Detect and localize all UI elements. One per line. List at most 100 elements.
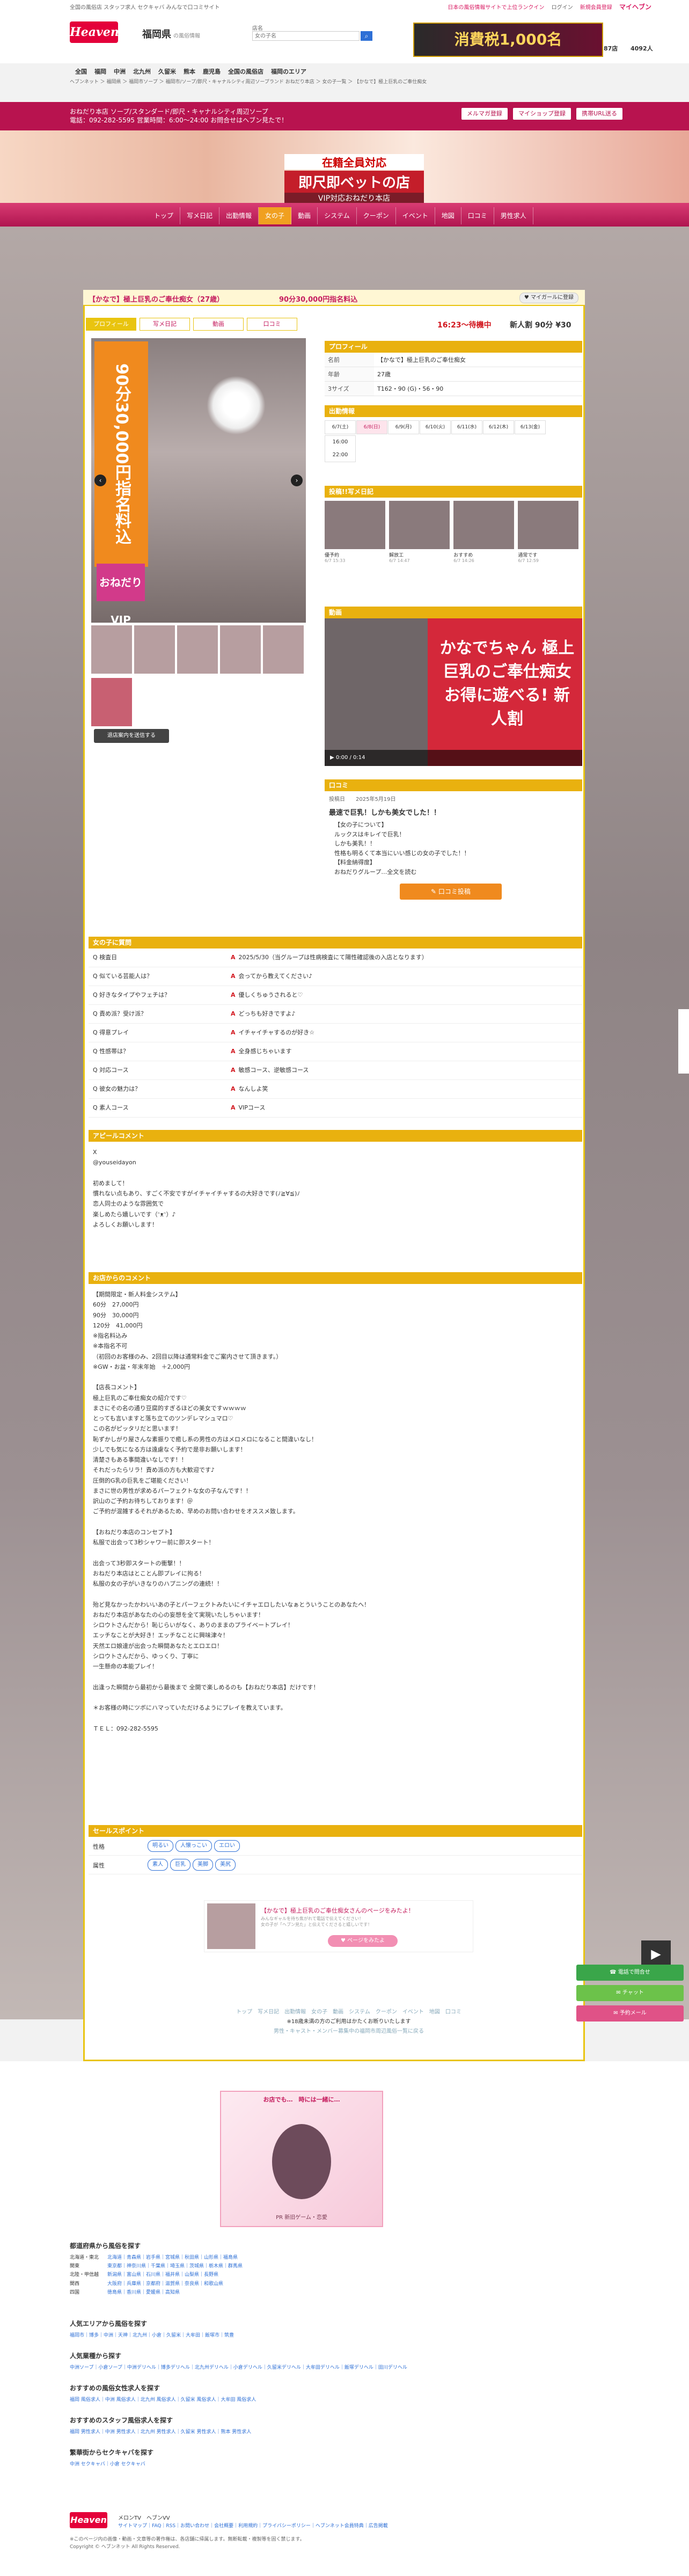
link-heading: 都道府県から風俗を探す [70,2242,141,2250]
site-logo[interactable]: Heaven [70,21,119,43]
diary-item[interactable]: 優予約 6/7 15:33 [325,501,385,563]
phone-label: 電話で問合せ [618,1969,650,1975]
area-link[interactable]: 北九州 [133,68,151,75]
login-link[interactable]: ログイン [552,5,573,11]
promo-banner[interactable]: 消費税1,000名 [413,23,603,57]
area-link[interactable]: 全国 [75,68,87,75]
link-row[interactable]: 関西 大阪府｜兵庫県｜京都府｜滋賀県｜奈良県｜和歌山県 [70,2280,622,2288]
shop-name[interactable]: おねだり本店 ソープ/スタンダード/即尺・キャナルシティ周辺ソープ [70,107,268,116]
sales-tag[interactable]: 素人 [148,1859,168,1871]
link-row[interactable]: 中洲 セクキャバ｜小倉 セクキャバ [70,2460,622,2469]
search-input[interactable] [252,31,360,41]
tab-profile[interactable]: プロフィール [86,318,136,331]
review-title[interactable]: 最速で巨乳！しかも美女でした！！ [325,806,582,818]
thumb[interactable] [263,625,304,674]
nav-item[interactable]: 写メ日記 [180,207,220,224]
schedule-header: 出勤情報 [325,405,582,417]
footer-links[interactable]: サイトマップ｜FAQ｜RSS｜お問い合わせ｜会社概要｜利用規約｜プライバシーポリ… [118,2522,388,2529]
nav-item[interactable]: システム [318,207,357,224]
mail-button[interactable]: ✉ 予約メール [576,2005,684,2022]
video-section: 動画 かなでちゃん 極上巨乳のご奉仕痴女 お得に遊べる! 新人割 ▶ 0:00 … [325,607,582,766]
area-link[interactable]: 鹿児島 [203,68,221,75]
link-row[interactable]: 四国 徳島県｜香川県｜愛媛県｜高知県 [70,2288,622,2297]
area-link[interactable]: 熊本 [184,68,195,75]
link-row[interactable]: 中洲ソープ｜小倉ソープ｜中洲デリヘル｜博多デリヘル｜北九州デリヘル｜小倉デリヘル… [70,2363,622,2372]
top-links[interactable]: 全国の風俗店 スタッフ求人 セクキャバ みんなで口コミサイト [70,3,220,11]
search-icon[interactable]: ⌕ [361,31,372,41]
register-link[interactable]: 新規会員登録 [580,5,612,11]
thumb[interactable] [91,625,132,674]
breadcrumb[interactable]: ヘブンネット ＞ 福岡県 ＞ 福岡市ソープ ＞ 福岡市/ソープ/即尺・キャナルシ… [70,78,622,85]
post-review-button[interactable]: ✎ 口コミ投稿 [400,883,502,900]
request-button[interactable]: 退店案内を送信する [94,729,169,743]
nav-item[interactable]: クーポン [357,207,396,224]
link-row[interactable]: 関東 東京都｜神奈川県｜千葉県｜埼玉県｜茨城県｜栃木県｜群馬県 [70,2262,622,2271]
nav-item[interactable]: トップ [148,207,181,224]
area-link[interactable]: 福岡 [94,68,106,75]
side-tab[interactable] [678,1009,689,1074]
chat-button[interactable]: ✉ チャット [576,1985,684,2001]
footer-services[interactable]: メロンTV ヘブンVV [118,2513,170,2521]
sales-tag[interactable]: 明るい [148,1840,173,1852]
diary-image [389,501,450,549]
footer-logo[interactable]: Heaven [70,2512,107,2528]
nav-item[interactable]: イベント [396,207,435,224]
diary-header: 投稿!!写メ日記 [325,486,582,498]
area-link[interactable]: 福岡のエリア [271,68,306,75]
hero-promo: 在籍全員対応 即尺即ベットの店 VIP対応おねだり本店 [284,154,424,203]
girl-photo[interactable]: 90分30,000円指名料込 おねだりVIP ‹ › [91,338,306,626]
price-badge: 90分30,000円指名料込 [94,341,148,567]
nav-item[interactable]: 地図 [435,207,461,224]
footer-copyright: ※このページ内の画像・動画・文章等の著作権は、各店舗に帰属します。無断転載・複製… [70,2537,305,2550]
diary-item[interactable]: 通常です 6/7 12:59 [518,501,579,563]
thumb[interactable] [220,625,261,674]
video-controls[interactable]: ▶ 0:00 / 0:14 [325,750,582,766]
mailmag-button[interactable]: メルマガ登録 [461,108,508,120]
thumb[interactable] [91,678,132,726]
mobile-url-button[interactable]: 携帯URL送る [576,108,622,120]
sales-tag[interactable]: 人懐っこい [175,1840,212,1852]
sales-tag[interactable]: 巨乳 [170,1859,190,1871]
thumb[interactable] [177,625,218,674]
profile-section: プロフィール 名前 【かなで】極上巨乳のご奉仕痴女 年齢 27歳 3サイズ T162・… [325,341,582,396]
diary-title: おすすめ [453,553,473,558]
footer-back-link[interactable]: 男性・キャスト・メンバー募集中の福岡市周辺風俗一覧に戻る [161,2027,537,2037]
sales-section: セールスポイント 性格 明るい 人懐っこい エロい 属性 素人 巨乳 美脚 美尻 [89,1825,582,1874]
sales-tag[interactable]: 美尻 [215,1859,236,1871]
link-heading: 人気業種から探す [70,2352,122,2360]
sales-tag[interactable]: 美脚 [193,1859,213,1871]
link-row[interactable]: 北海道・東北 北海道｜青森県｜岩手県｜宮城県｜秋田県｜山形県｜福島県 [70,2253,622,2262]
chevron-left-icon[interactable]: ‹ [94,475,106,486]
diary-item[interactable]: 解放工 6/7 14:47 [389,501,450,563]
footer-nav-links[interactable]: トップ 写メ日記 出勤情報 女の子 動画 システム クーポン イベント 地図 口… [161,2008,537,2017]
chevron-right-icon[interactable]: › [291,475,303,486]
thumb[interactable] [134,625,175,674]
link-row[interactable]: 福岡 風俗求人｜中洲 風俗求人｜北九州 風俗求人｜久留米 風俗求人｜大牟田 風俗… [70,2396,622,2404]
diary-item[interactable]: おすすめ 6/7 14:26 [453,501,515,563]
nav-item[interactable]: 口コミ [461,207,494,224]
tab-diary[interactable]: 写メ日記 [140,318,190,331]
qa-row: Q 彼女の魅力は？ A なんしよ笑 [89,1080,582,1099]
profile-value: T162・90 (G)・56・90 [374,381,582,396]
tab-review[interactable]: 口コミ [247,318,297,331]
nav-item[interactable]: 男性求人 [494,207,533,224]
appeal-header: アピールコメント [89,1130,582,1142]
link-row[interactable]: 北陸・甲信越 新潟県｜富山県｜石川県｜福井県｜山梨県｜長野県 [70,2271,622,2279]
favorite-button[interactable]: ♥ マイガールに登録 [519,293,578,303]
area-link[interactable]: 全国の風俗店 [228,68,263,75]
seen-page-button[interactable]: ♥ ページをみたよ [328,1935,398,1947]
phone-button[interactable]: ☎ 電話で問合せ [576,1965,684,1981]
nav-item[interactable]: 出勤情報 [219,207,259,224]
area-link[interactable]: 中洲 [114,68,126,75]
link-row[interactable]: 福岡市｜博多｜中洲｜天神｜北九州｜小倉｜久留米｜大牟田｜飯塚市｜筑豊 [70,2331,622,2340]
sales-tag[interactable]: エロい [214,1840,240,1852]
link-row[interactable]: 福岡 男性求人｜中洲 男性求人｜北九州 男性求人｜久留米 男性求人｜熊本 男性求… [70,2428,622,2436]
mypage-link[interactable]: マイヘブン [619,3,651,11]
video-player[interactable]: かなでちゃん 極上巨乳のご奉仕痴女 お得に遊べる! 新人割 ▶ 0:00 / 0… [325,618,582,766]
myshop-button[interactable]: マイショップ登録 [513,108,571,120]
ad-banner[interactable]: お店でも… 時には一緒に… PR 新旧ゲーム・恋愛 [220,2091,383,2227]
nav-item[interactable]: 動画 [291,207,318,224]
tab-video[interactable]: 動画 [193,318,244,331]
area-link[interactable]: 久留米 [158,68,176,75]
nav-item-active[interactable]: 女の子 [259,207,292,224]
